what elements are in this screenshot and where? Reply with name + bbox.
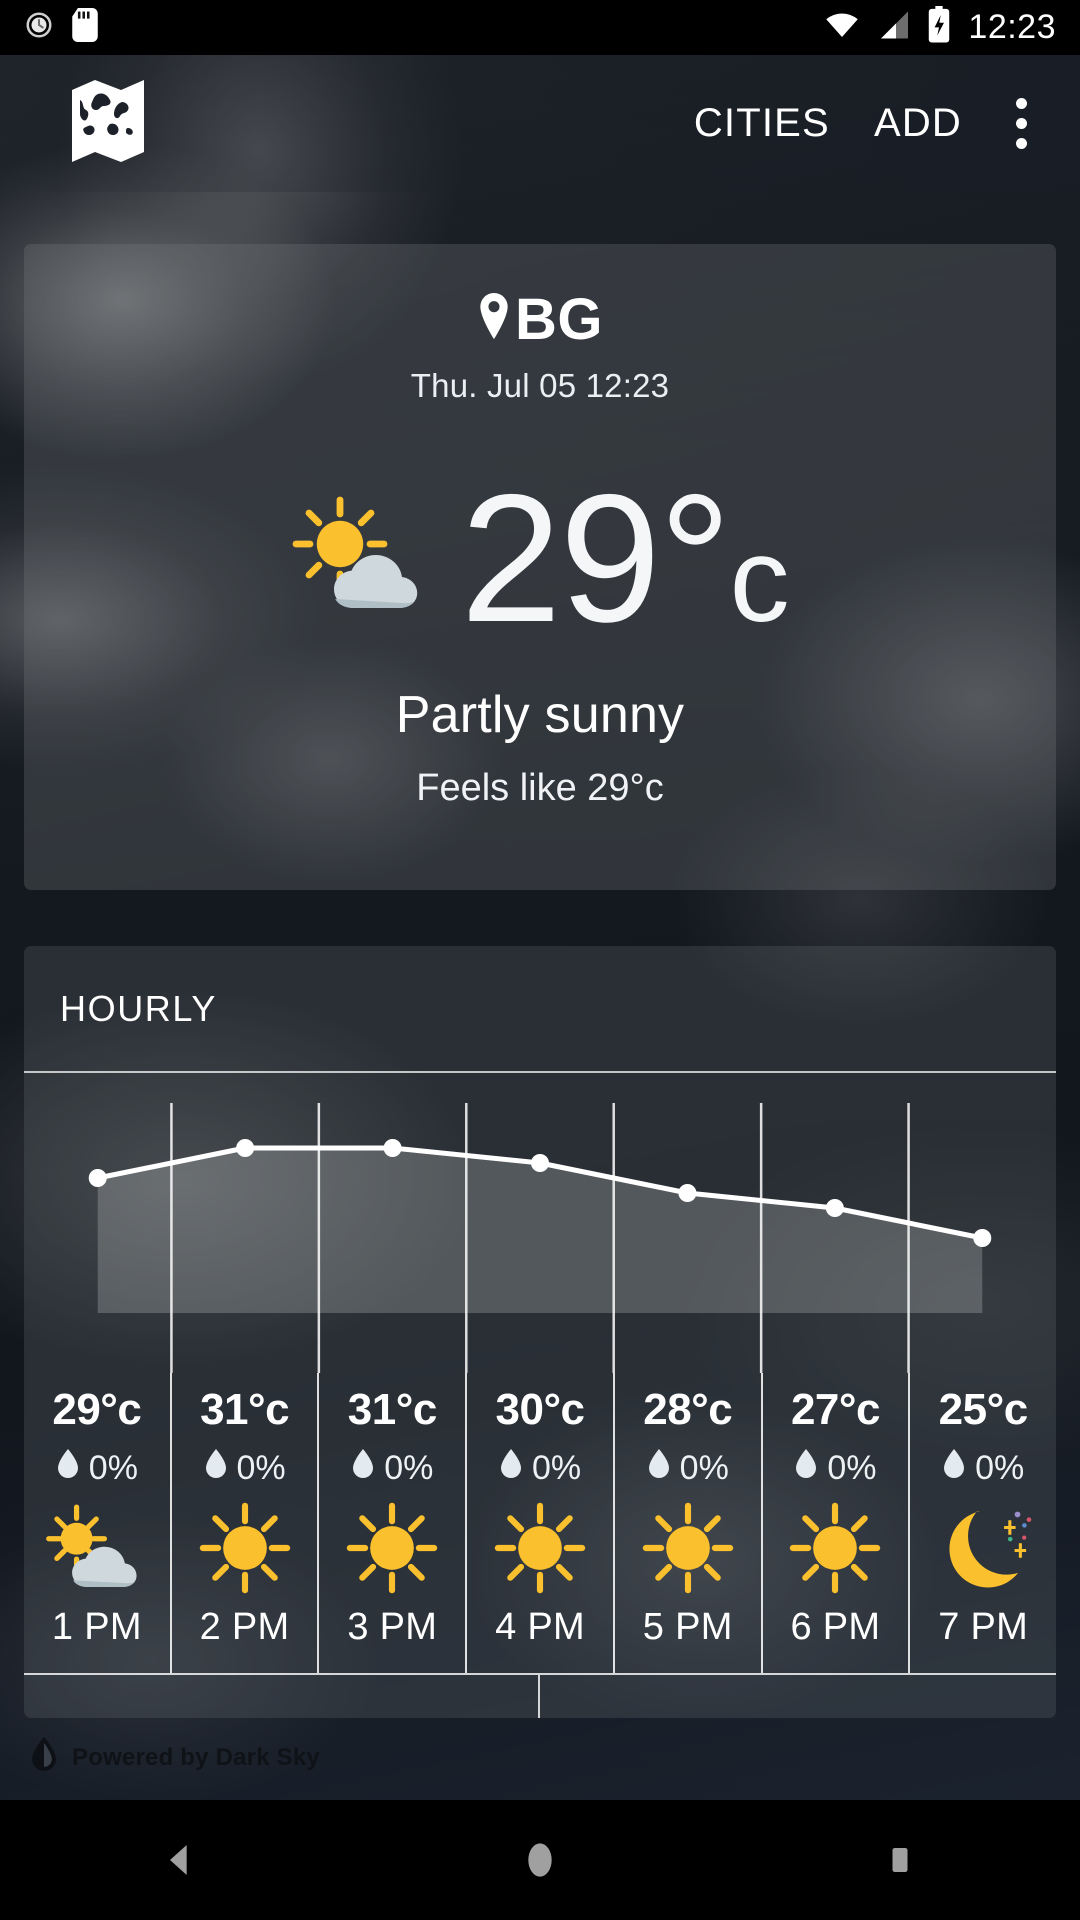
hourly-temp: 25°c	[939, 1385, 1028, 1435]
location-pin-icon	[477, 293, 511, 346]
raindrop-icon	[794, 1449, 818, 1488]
hourly-temp: 28°c	[643, 1385, 732, 1435]
battery-charging-icon	[926, 6, 952, 49]
raindrop-icon	[942, 1449, 966, 1488]
hourly-precip: 0%	[56, 1449, 138, 1488]
raindrop-icon	[794, 1449, 818, 1479]
crescent-moon-stars-icon	[933, 1500, 1033, 1596]
hourly-temp: 27°c	[791, 1385, 880, 1435]
recents-square-icon[interactable]	[825, 1800, 975, 1920]
back-triangle-icon[interactable]	[105, 1800, 255, 1920]
sun-icon	[789, 1500, 881, 1596]
current-temperature-row: 29°c	[24, 477, 1056, 641]
hourly-precip-value: 0%	[975, 1449, 1024, 1488]
sun-icon	[494, 1500, 586, 1596]
hourly-columns: 29°c 0% 1 PM 31°c 0% 2 PM 31°c 0% 3 PM 30°c 0% 4 PM…	[24, 1373, 1056, 1673]
current-temperature: 29°c	[460, 477, 787, 641]
raindrop-icon	[942, 1449, 966, 1479]
hourly-title: HOURLY	[60, 988, 217, 1030]
hourly-temp: 29°c	[52, 1385, 141, 1435]
raindrop-icon	[499, 1449, 523, 1479]
hourly-column[interactable]: 25°c 0% 7 PM	[908, 1373, 1056, 1673]
chart-area-fill	[98, 1148, 983, 1313]
location-name: BG	[515, 286, 603, 353]
hourly-precip: 0%	[499, 1449, 581, 1488]
home-circle-icon[interactable]	[465, 1800, 615, 1920]
sun-behind-cloud-icon	[45, 1500, 149, 1596]
current-weather-card[interactable]: BG Thu. Jul 05 12:23 29°c	[24, 244, 1056, 890]
raindrop-icon	[351, 1449, 375, 1488]
hourly-hour: 1 PM	[52, 1606, 142, 1649]
sun-icon	[199, 1500, 291, 1596]
hourly-column[interactable]: 31°c 0% 2 PM	[170, 1373, 318, 1673]
sd-card-icon	[72, 8, 98, 47]
hourly-column[interactable]: 27°c 0% 6 PM	[761, 1373, 909, 1673]
app-bar: CITIES ADD	[0, 55, 1080, 192]
hourly-precip-value: 0%	[827, 1449, 876, 1488]
chart-svg	[24, 1073, 1056, 1373]
raindrop-icon	[204, 1449, 228, 1479]
hourly-precip-value: 0%	[89, 1449, 138, 1488]
temperature-value: 29°	[460, 456, 729, 660]
signal-icon	[876, 10, 910, 45]
divider-segment	[24, 1675, 540, 1718]
status-bar-clock: 12:23	[968, 8, 1056, 47]
hourly-bottom-divider	[24, 1673, 1056, 1718]
sun-icon	[346, 1500, 438, 1596]
temperature-unit: c	[730, 513, 788, 647]
hourly-temp: 31°c	[348, 1385, 437, 1435]
dark-sky-icon	[30, 1737, 58, 1778]
android-nav-bar	[0, 1800, 1080, 1920]
hourly-temp: 31°c	[200, 1385, 289, 1435]
condition-text: Partly sunny	[24, 685, 1056, 745]
hourly-temperature-chart	[24, 1073, 1056, 1373]
feels-like-text: Feels like 29°c	[24, 767, 1056, 810]
hourly-hour: 3 PM	[347, 1606, 437, 1649]
wifi-icon	[824, 10, 860, 45]
hourly-precip-value: 0%	[384, 1449, 433, 1488]
hourly-hour: 5 PM	[643, 1606, 733, 1649]
sun-icon	[642, 1500, 734, 1596]
hourly-precip: 0%	[942, 1449, 1024, 1488]
raindrop-icon	[351, 1449, 375, 1479]
dot	[1016, 138, 1027, 149]
raindrop-icon	[647, 1449, 671, 1479]
hourly-hour: 2 PM	[200, 1606, 290, 1649]
hourly-hour: 4 PM	[495, 1606, 585, 1649]
hourly-precip-value: 0%	[680, 1449, 729, 1488]
cities-button[interactable]: CITIES	[672, 87, 852, 160]
raindrop-icon	[647, 1449, 671, 1488]
hourly-hour: 6 PM	[791, 1606, 881, 1649]
hourly-column[interactable]: 31°c 0% 3 PM	[317, 1373, 465, 1673]
hourly-column[interactable]: 29°c 0% 1 PM	[24, 1373, 170, 1673]
attribution[interactable]: Powered by Dark Sky	[30, 1737, 320, 1778]
hourly-precip: 0%	[204, 1449, 286, 1488]
raindrop-icon	[204, 1449, 228, 1488]
hourly-precip: 0%	[351, 1449, 433, 1488]
sun-behind-cloud-icon	[292, 496, 430, 621]
alarm-icon	[24, 10, 54, 45]
dot	[1016, 118, 1027, 129]
more-vertical-icon[interactable]	[984, 87, 1058, 161]
current-datetime: Thu. Jul 05 12:23	[24, 367, 1056, 405]
dot	[1016, 98, 1027, 109]
map-icon[interactable]	[70, 76, 146, 171]
hourly-temp: 30°c	[496, 1385, 585, 1435]
raindrop-icon	[56, 1449, 80, 1479]
hourly-precip: 0%	[794, 1449, 876, 1488]
hourly-column[interactable]: 28°c 0% 5 PM	[613, 1373, 761, 1673]
hourly-precip-value: 0%	[237, 1449, 286, 1488]
hourly-precip-value: 0%	[532, 1449, 581, 1488]
hourly-precip: 0%	[647, 1449, 729, 1488]
add-button[interactable]: ADD	[852, 87, 984, 160]
raindrop-icon	[56, 1449, 80, 1488]
hourly-column[interactable]: 30°c 0% 4 PM	[465, 1373, 613, 1673]
status-bar: 12:23	[0, 0, 1080, 55]
attribution-text: Powered by Dark Sky	[72, 1744, 320, 1772]
hourly-header: HOURLY	[24, 946, 1056, 1073]
hourly-hour: 7 PM	[938, 1606, 1028, 1649]
raindrop-icon	[499, 1449, 523, 1488]
location-row: BG	[24, 286, 1056, 353]
hourly-forecast-card[interactable]: HOURLY 29°c 0% 1 PM 31°c 0% 2 PM 31°c 0% 3 PM 30°…	[24, 946, 1056, 1718]
